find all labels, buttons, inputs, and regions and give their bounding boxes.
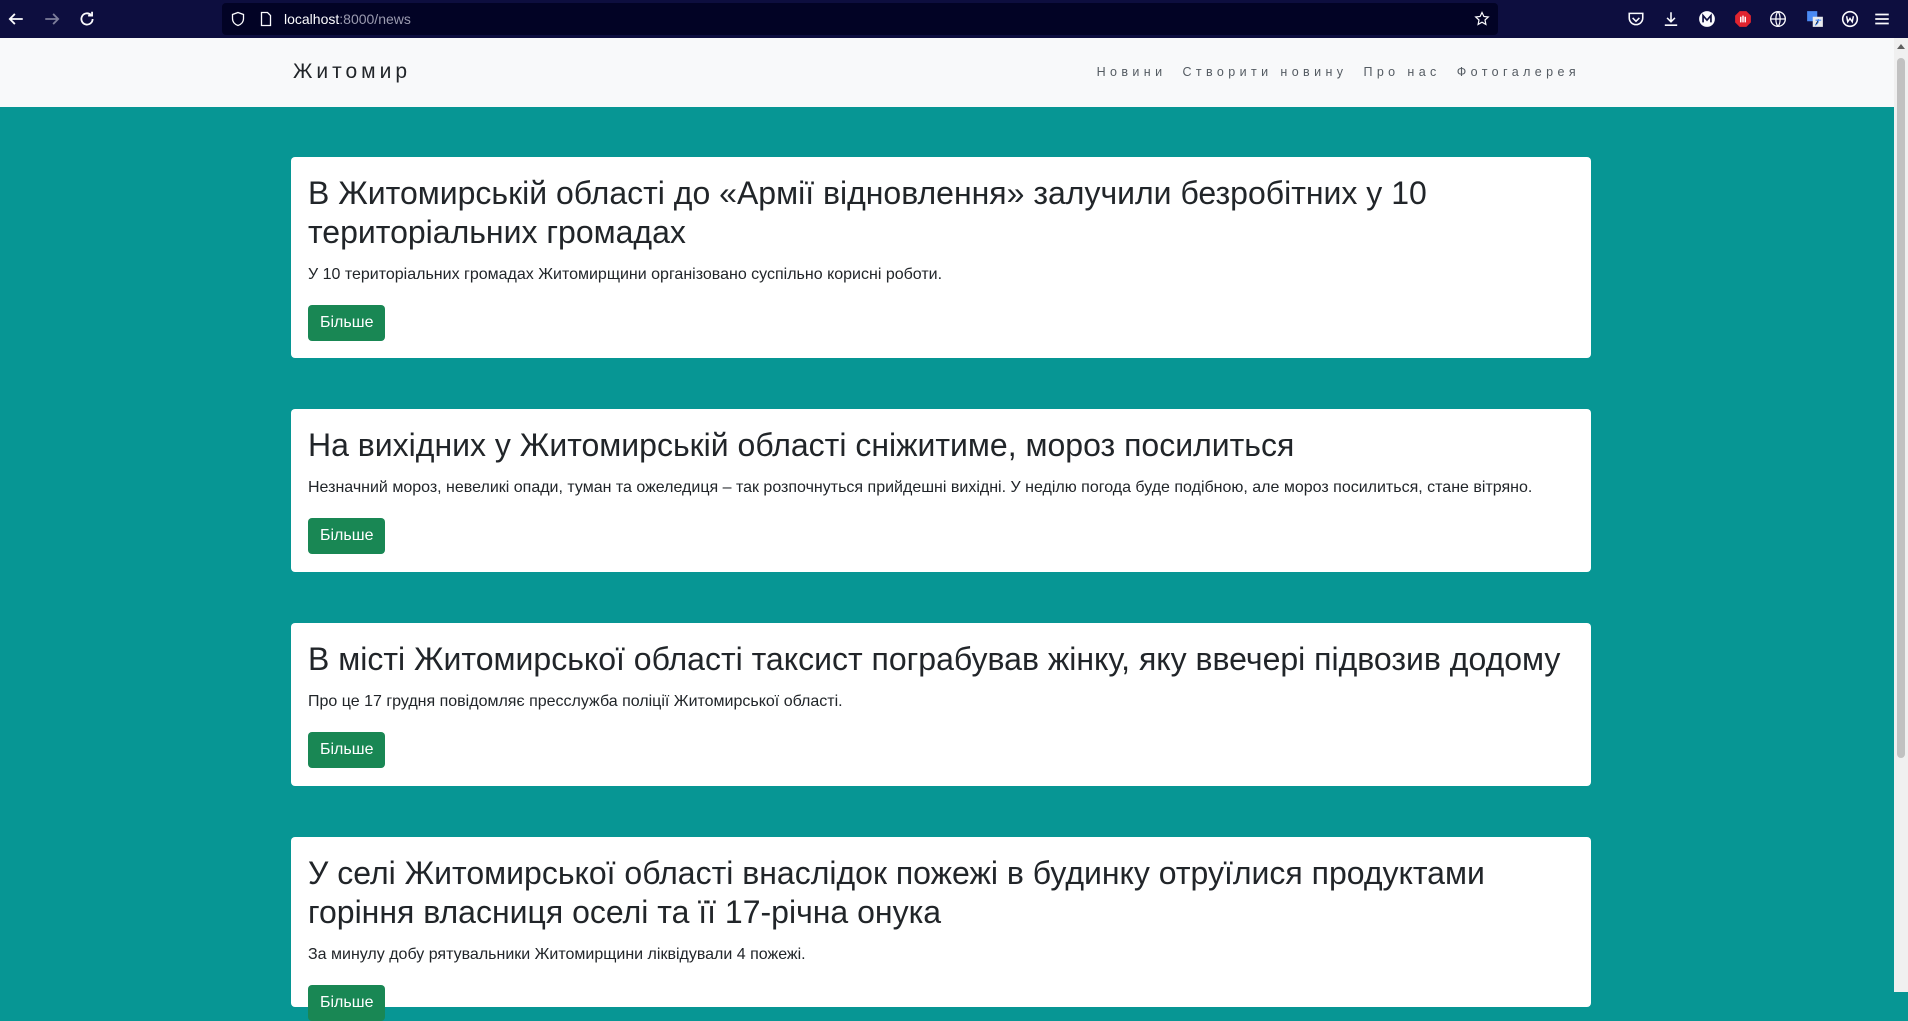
news-summary: За минулу добу рятувальники Житомирщини … [308, 946, 806, 963]
news-title: У селі Житомирської області внаслідок по… [308, 855, 1485, 930]
pocket-icon[interactable] [1626, 9, 1646, 29]
news-card: В Житомирській області до «Армії відновл… [291, 157, 1591, 358]
news-summary: У 10 територіальних громадах Житомирщини… [308, 266, 943, 283]
more-button[interactable]: Більше [308, 732, 386, 768]
nav-link-create-news[interactable]: Створити новину [1182, 65, 1347, 79]
news-summary: Про це 17 грудня повідомляє пресслужба п… [308, 693, 843, 710]
url-host: localhost [284, 11, 340, 27]
forward-icon[interactable] [36, 3, 68, 35]
nav-link-gallery[interactable]: Фотогалерея [1457, 65, 1580, 79]
news-title: В місті Житомирської області таксист пог… [308, 641, 1561, 677]
bookmark-star-icon[interactable] [1474, 11, 1490, 27]
scroll-up-arrow-icon[interactable] [1897, 44, 1905, 49]
menu-icon[interactable] [1872, 9, 1892, 29]
download-icon[interactable] [1661, 9, 1681, 29]
extension-m-icon[interactable] [1697, 9, 1717, 29]
nav-link-about[interactable]: Про нас [1363, 65, 1440, 79]
news-card: На вихідних у Житомирській області сніжи… [291, 409, 1591, 572]
globe-icon[interactable] [1768, 9, 1788, 29]
browser-toolbar: localhost:8000/news [0, 0, 1908, 38]
back-icon[interactable] [0, 3, 32, 35]
scrollbar-thumb[interactable] [1897, 58, 1905, 758]
news-title: На вихідних у Житомирській області сніжи… [308, 427, 1295, 463]
site-navbar: Житомир Новини Створити новину Про нас Ф… [0, 38, 1894, 107]
main-menu: Новини Створити новину Про нас Фотогалер… [1097, 65, 1580, 79]
more-button[interactable]: Більше [308, 518, 386, 554]
news-summary: Незначний мороз, невеликі опади, туман т… [308, 479, 1533, 496]
page-icon[interactable] [258, 11, 274, 27]
url-path: :8000/news [339, 11, 411, 27]
reload-icon[interactable] [71, 3, 103, 35]
address-bar[interactable]: localhost:8000/news [222, 3, 1498, 35]
translate-icon[interactable] [1805, 9, 1825, 29]
news-title: В Житомирській області до «Армії відновл… [308, 175, 1427, 250]
account-icon[interactable] [1840, 9, 1860, 29]
page-scrollbar[interactable] [1894, 38, 1908, 992]
site-brand[interactable]: Житомир [293, 60, 411, 84]
url-text[interactable]: localhost:8000/news [284, 11, 411, 27]
news-card: В місті Житомирської області таксист пог… [291, 623, 1591, 786]
adblock-icon[interactable] [1733, 9, 1753, 29]
more-button[interactable]: Більше [308, 305, 386, 341]
shield-icon[interactable] [230, 11, 246, 27]
news-card: У селі Житомирської області внаслідок по… [291, 837, 1591, 1021]
more-button[interactable]: Більше [308, 985, 386, 1021]
nav-link-news[interactable]: Новини [1097, 65, 1167, 79]
